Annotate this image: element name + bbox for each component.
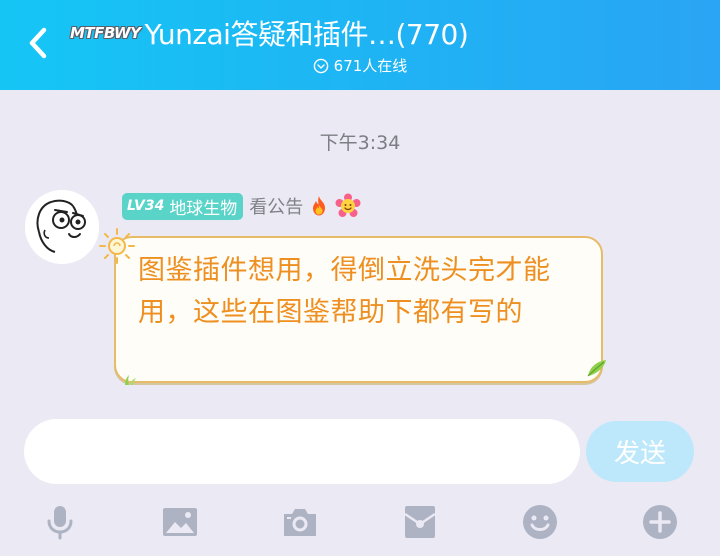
fire-icon: [313, 196, 326, 216]
online-count: 671人在线: [333, 57, 408, 75]
sender-name: 地球生物: [169, 198, 238, 219]
sender-title: 看公告: [249, 197, 304, 218]
chevron-circle-icon: [313, 58, 328, 73]
camera-icon: [284, 509, 316, 536]
group-title[interactable]: MTFBWY Yunzai答疑和插件…(770): [70, 13, 469, 53]
meme-face-avatar-icon: [25, 190, 99, 264]
input-toolbar: [0, 492, 720, 552]
level-label: LV34: [127, 198, 165, 214]
voice-button[interactable]: [36, 498, 84, 546]
red-packet-button[interactable]: [396, 498, 444, 546]
message-timestamp: 下午3:34: [319, 132, 401, 154]
message-bubble[interactable]: 图鉴插件想用，得倒立洗头完才能用，这些在图鉴帮助下都有写的: [114, 236, 603, 383]
microphone-icon: [47, 506, 73, 540]
member-level-badge[interactable]: LV34 地球生物: [122, 192, 244, 220]
image-icon: [163, 508, 197, 536]
red-packet-icon: [404, 506, 436, 538]
leaf-icon: [587, 360, 606, 377]
flower-smile-icon: [335, 193, 361, 217]
send-button[interactable]: 发送: [586, 421, 694, 482]
image-button[interactable]: [156, 498, 204, 546]
message-input[interactable]: [24, 419, 580, 484]
emoji-icon: [523, 505, 557, 539]
plus-icon: [643, 505, 677, 539]
sun-icon: [99, 228, 135, 264]
online-status[interactable]: 671人在线: [0, 55, 720, 76]
grass-icon: [125, 375, 136, 385]
group-name: Yunzai答疑和插件…(770): [144, 18, 469, 51]
avatar[interactable]: [25, 190, 99, 264]
brand-badge: MTFBWY: [70, 24, 141, 42]
sender-info: LV34 地球生物 看公告: [122, 192, 361, 220]
camera-button[interactable]: [276, 498, 324, 546]
more-button[interactable]: [636, 498, 684, 546]
chat-header: MTFBWY Yunzai答疑和插件…(770) 671人在线: [0, 0, 720, 90]
emoji-button[interactable]: [516, 498, 564, 546]
message-text: 图鉴插件想用，得倒立洗头完才能用，这些在图鉴帮助下都有写的: [138, 255, 551, 328]
